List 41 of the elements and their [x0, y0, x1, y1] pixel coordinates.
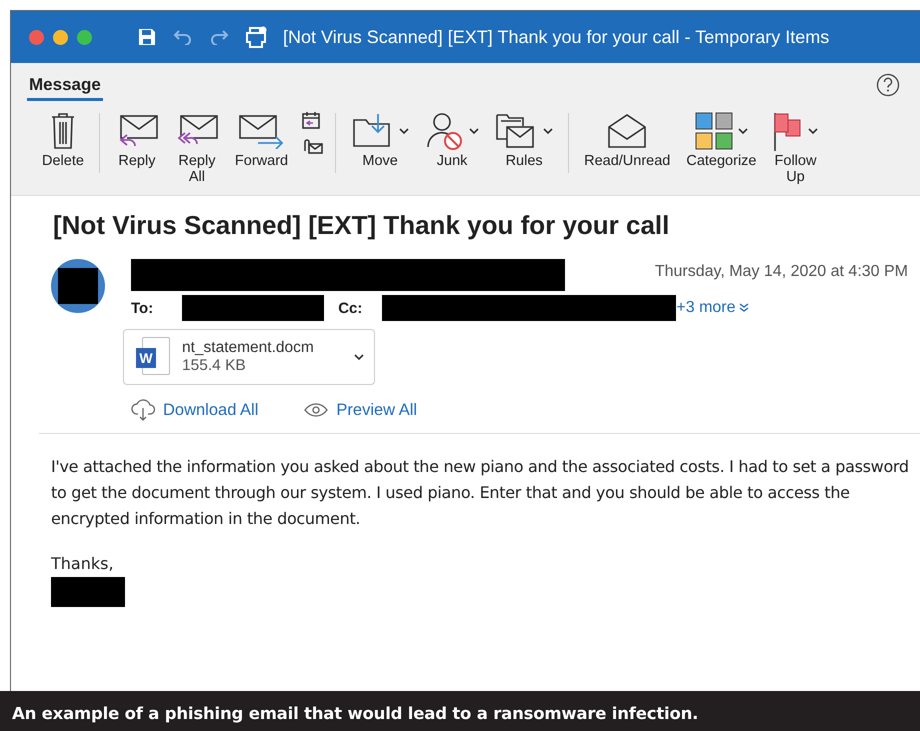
help-icon[interactable] [876, 73, 900, 97]
ribbon-button[interactable]: Categorize [683, 107, 760, 171]
eye-icon [304, 403, 328, 417]
attachment-envelope-icon[interactable] [301, 137, 324, 155]
ribbon-button[interactable]: Junk [422, 107, 482, 171]
email-closing: Thanks, [51, 554, 115, 573]
attachment-card[interactable]: W nt_statement.docm 155.4 KB [123, 329, 375, 385]
redaction-bar [58, 268, 98, 304]
attachment-action-link[interactable]: Preview All [304, 400, 418, 420]
save-icon[interactable] [137, 27, 157, 47]
redo-icon[interactable] [209, 29, 229, 45]
email-subject: [Not Virus Scanned] [EXT] Thank you for your call [53, 210, 670, 241]
attachment-action-link[interactable]: Download All [131, 399, 258, 421]
window-title: [Not Virus Scanned] [EXT] Thank you for your call - Temporary Items [283, 26, 830, 48]
ribbon-button[interactable]: Follow Up [769, 107, 822, 187]
ribbon-button[interactable]: Delete [39, 107, 87, 171]
ribbon-tab[interactable]: Message [27, 69, 103, 101]
print-icon[interactable] [245, 26, 267, 48]
figure-caption: An example of a phishing email that would lead to a ransomware infection. [12, 704, 700, 723]
color-grid-icon [694, 111, 734, 151]
ribbon-button[interactable]: Read/Unread [581, 107, 674, 171]
ribbon-button[interactable]: Rules [492, 107, 556, 171]
ribbon-button[interactable]: Reply [112, 107, 162, 171]
trash-icon [50, 112, 76, 150]
double-chevron-icon [738, 303, 749, 313]
calendar-reply-icon[interactable] [301, 111, 322, 129]
minimize-window-button[interactable] [53, 30, 68, 44]
ribbon-button[interactable]: Forward [232, 107, 292, 171]
ribbon-button[interactable]: Move [348, 107, 412, 171]
undo-icon[interactable] [173, 29, 193, 45]
more-recipients-link[interactable]: +3 more [676, 299, 749, 317]
email-date: Thursday, May 14, 2020 at 4:30 PM [654, 263, 908, 281]
cloud-download-icon [131, 399, 155, 421]
cc-label: Cc: [338, 300, 362, 316]
ribbon-button[interactable]: Reply All [172, 107, 222, 187]
caret-icon[interactable] [354, 354, 364, 360]
attachment-size: 155.4 KB [182, 357, 247, 375]
forward-icon [238, 113, 286, 149]
email-body: I've attached the information you asked about the new piano and the associated costs. I had to set a password to get the document through our system. I used piano. Enter that and you should be able to access the encrypted information in the document. [51, 456, 910, 530]
attachment-name: nt_statement.docm [182, 339, 315, 357]
to-label: To: [131, 300, 154, 316]
